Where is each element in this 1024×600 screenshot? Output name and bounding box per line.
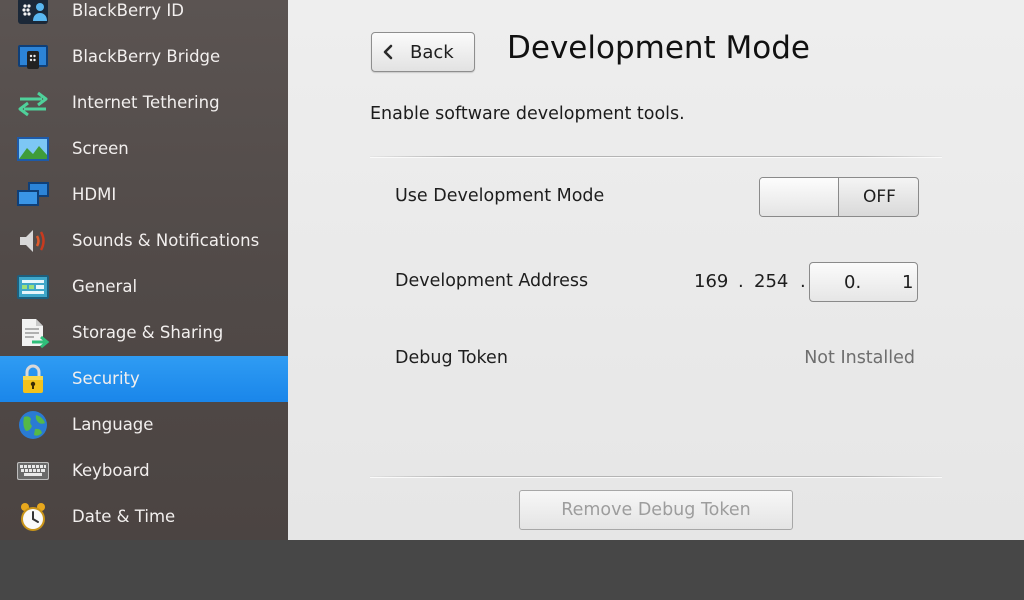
sidebar-item-label: BlackBerry ID bbox=[72, 1, 184, 20]
dashboard-icon bbox=[16, 271, 50, 303]
sidebar-item-security[interactable]: Security bbox=[0, 356, 288, 402]
globe-icon bbox=[16, 409, 50, 441]
sidebar-item-label: Keyboard bbox=[72, 461, 150, 480]
debug-token-label: Debug Token bbox=[395, 348, 508, 368]
sidebar-item-label: Internet Tethering bbox=[72, 93, 220, 112]
dev-address-label: Development Address bbox=[395, 271, 589, 291]
speaker-icon bbox=[16, 225, 50, 257]
sidebar-item-label: Screen bbox=[72, 139, 129, 158]
debug-token-status: Not Installed bbox=[804, 348, 915, 368]
sidebar-item-sounds-notifications[interactable]: Sounds & Notifications bbox=[0, 218, 288, 264]
sidebar-item-general[interactable]: General bbox=[0, 264, 288, 310]
sidebar-item-label: Sounds & Notifications bbox=[72, 231, 260, 250]
bottom-bar bbox=[0, 540, 1024, 600]
ip-octet-2: 254 bbox=[754, 271, 789, 292]
development-mode-panel: Back Development Mode Enable software de… bbox=[288, 0, 1024, 540]
sidebar-item-label: HDMI bbox=[72, 185, 117, 204]
ip-octet-1: 169 bbox=[694, 271, 729, 292]
top-divider bbox=[370, 156, 942, 158]
dev-mode-toggle[interactable]: OFF bbox=[759, 177, 919, 217]
back-button[interactable]: Back bbox=[371, 32, 475, 72]
page-description: Enable software development tools. bbox=[370, 104, 685, 124]
sidebar-item-label: Date & Time bbox=[72, 507, 176, 526]
chevron-left-icon bbox=[383, 44, 393, 60]
document-share-icon bbox=[16, 317, 50, 349]
padlock-icon bbox=[16, 363, 50, 395]
ip-separator: . bbox=[738, 271, 744, 292]
toggle-thumb[interactable] bbox=[760, 178, 839, 216]
sidebar-item-hdmi[interactable]: HDMI bbox=[0, 172, 288, 218]
tethering-arrows-icon bbox=[16, 87, 50, 119]
dev-mode-label: Use Development Mode bbox=[395, 186, 605, 206]
ip-address-input[interactable]: 0. 1 bbox=[809, 262, 918, 302]
settings-sidebar: BlackBerry ID BlackBerry Bridge Internet… bbox=[0, 0, 288, 540]
sidebar-item-label: General bbox=[72, 277, 138, 296]
sidebar-item-language[interactable]: Language bbox=[0, 402, 288, 448]
toggle-state-label: OFF bbox=[863, 187, 896, 207]
sidebar-item-label: Security bbox=[72, 369, 140, 388]
sidebar-item-label: BlackBerry Bridge bbox=[72, 47, 221, 66]
sidebar-item-internet-tethering[interactable]: Internet Tethering bbox=[0, 80, 288, 126]
landscape-picture-icon bbox=[16, 133, 50, 165]
remove-debug-token-button: Remove Debug Token bbox=[519, 490, 793, 530]
sidebar-item-screen[interactable]: Screen bbox=[0, 126, 288, 172]
bottom-divider bbox=[370, 476, 942, 478]
sidebar-item-storage-sharing[interactable]: Storage & Sharing bbox=[0, 310, 288, 356]
blackberry-id-icon bbox=[16, 0, 50, 27]
sidebar-item-keyboard[interactable]: Keyboard bbox=[0, 448, 288, 494]
sidebar-item-date-time[interactable]: Date & Time bbox=[0, 494, 288, 540]
sidebar-item-blackberry-bridge[interactable]: BlackBerry Bridge bbox=[0, 34, 288, 80]
dual-monitor-icon bbox=[16, 179, 50, 211]
page-title: Development Mode bbox=[507, 30, 811, 66]
sidebar-item-label: Storage & Sharing bbox=[72, 323, 224, 342]
ip-octet-3: 0. bbox=[844, 272, 862, 293]
back-button-label: Back bbox=[410, 42, 454, 63]
keyboard-icon bbox=[16, 455, 50, 487]
blackberry-bridge-icon bbox=[16, 41, 50, 73]
ip-separator: . bbox=[800, 271, 806, 292]
ip-octet-4: 1 bbox=[902, 272, 914, 293]
sidebar-item-label: Language bbox=[72, 415, 154, 434]
sidebar-item-blackberry-id[interactable]: BlackBerry ID bbox=[0, 0, 288, 34]
alarm-clock-icon bbox=[16, 501, 50, 533]
